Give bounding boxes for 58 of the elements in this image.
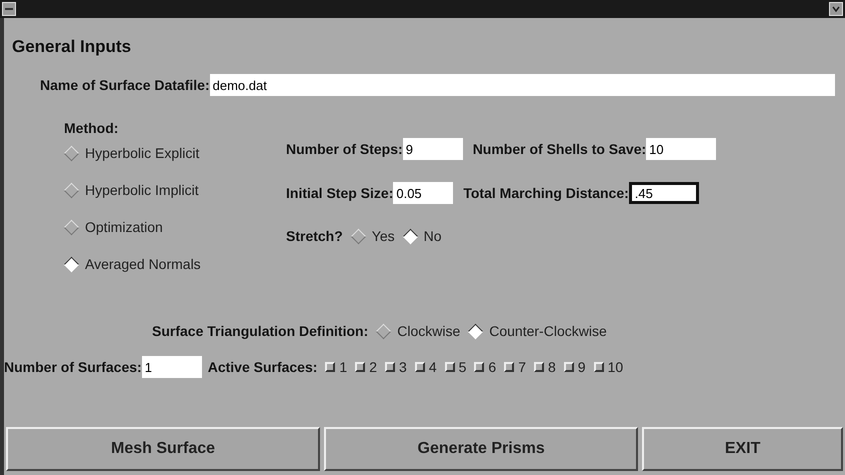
text-field[interactable]: .45: [628, 182, 699, 204]
option-label: Optimization: [85, 218, 163, 237]
radio-option[interactable]: Yes: [350, 226, 395, 247]
option-label: 6: [488, 358, 496, 376]
action-button[interactable]: EXIT: [642, 427, 843, 471]
field-label: Name of Surface Datafile:: [40, 76, 210, 94]
option-label: 9: [578, 358, 586, 376]
option-label: 5: [458, 358, 466, 376]
checkbox-option[interactable]: 1: [325, 356, 348, 378]
field-label: Number of Surfaces:: [4, 358, 142, 376]
option-label: 1: [339, 358, 348, 376]
text-field[interactable]: 10: [646, 138, 716, 160]
option-label: No: [424, 227, 442, 246]
checkbox-option[interactable]: 5: [444, 356, 466, 378]
datafile-field[interactable]: demo.dat: [210, 74, 835, 96]
option-label: Hyperbolic Implicit: [85, 181, 199, 200]
option-label: Averaged Normals: [85, 255, 201, 274]
field-label: Total Marching Distance:: [463, 184, 629, 203]
section-title: General Inputs: [12, 37, 132, 56]
option-label: Yes: [372, 227, 395, 246]
text-field[interactable]: 0.05: [393, 182, 454, 204]
minimize-icon[interactable]: [829, 2, 843, 16]
checkbox-option[interactable]: 6: [474, 356, 496, 378]
radio-option[interactable]: Hyperbolic Implicit: [64, 180, 286, 201]
group-label: Surface Triangulation Definition:: [152, 322, 368, 341]
field-label: Number of Steps:: [286, 140, 403, 159]
option-label: Hyperbolic Explicit: [85, 144, 200, 163]
action-button[interactable]: Generate Prisms: [324, 427, 638, 471]
checkbox-option[interactable]: 4: [414, 356, 437, 378]
text-field[interactable]: 1: [142, 356, 202, 378]
checkbox-option[interactable]: 7: [504, 356, 526, 378]
option-label: 2: [369, 358, 378, 376]
radio-option[interactable]: Optimization: [64, 217, 286, 238]
field-label: Initial Step Size:: [286, 184, 394, 203]
option-label: 3: [399, 358, 407, 376]
group-label: Stretch?: [286, 227, 343, 246]
option-label: Clockwise: [397, 322, 460, 341]
option-label: Counter-Clockwise: [489, 322, 607, 341]
action-button[interactable]: Mesh Surface: [6, 427, 320, 471]
checkbox-option[interactable]: 2: [355, 356, 378, 378]
field-label: Active Surfaces:: [208, 358, 318, 376]
checkbox-option[interactable]: 10: [594, 356, 624, 378]
option-label: 10: [608, 358, 624, 376]
checkbox-option[interactable]: 9: [564, 356, 586, 378]
option-label: 4: [428, 358, 437, 376]
group-label: Method:: [64, 119, 120, 138]
text-field[interactable]: 9: [402, 138, 463, 160]
radio-option[interactable]: Hyperbolic Explicit: [64, 143, 286, 164]
checkbox-option[interactable]: 8: [534, 356, 556, 378]
radio-option[interactable]: Counter-Clockwise: [468, 321, 607, 342]
radio-option[interactable]: Clockwise: [376, 321, 460, 342]
radio-option[interactable]: No: [402, 226, 442, 247]
field-label: Number of Shells to Save:: [472, 140, 646, 158]
window-menu-icon[interactable]: [2, 2, 16, 16]
option-label: 7: [518, 358, 526, 376]
checkbox-option[interactable]: 3: [385, 356, 407, 378]
radio-option[interactable]: Averaged Normals: [64, 254, 286, 275]
option-label: 8: [548, 358, 556, 376]
